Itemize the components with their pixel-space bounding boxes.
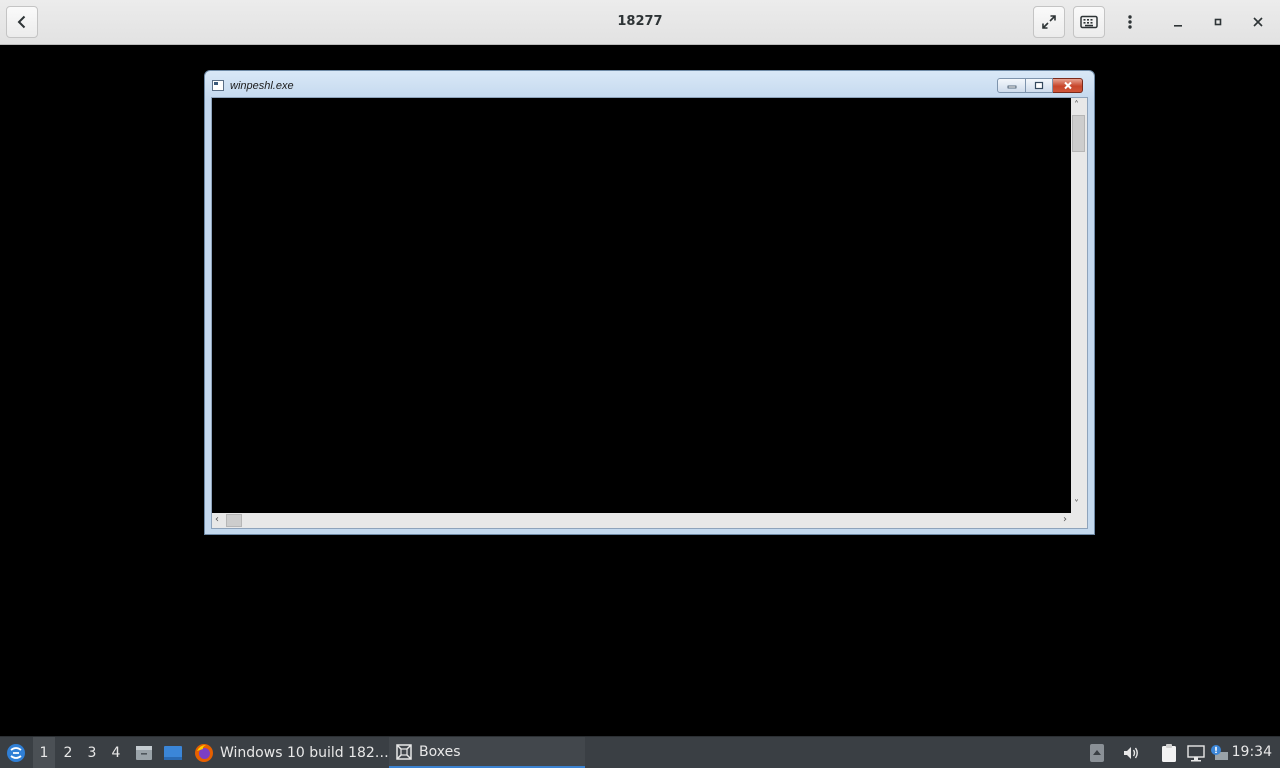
vertical-dots-icon bbox=[1128, 15, 1132, 29]
guest-minimize-button[interactable] bbox=[997, 78, 1026, 93]
workspace-2[interactable]: 2 bbox=[57, 737, 79, 768]
expand-icon bbox=[1042, 15, 1056, 29]
taskbar: 1 2 3 4 Windows 10 build 182… Boxes 19:3… bbox=[0, 736, 1280, 768]
keyboard-button[interactable] bbox=[1073, 6, 1105, 38]
distro-logo-icon bbox=[7, 743, 25, 762]
maximize-button[interactable] bbox=[1202, 6, 1234, 38]
guest-window-title: winpeshl.exe bbox=[230, 80, 294, 92]
notification-icon[interactable] bbox=[1210, 744, 1230, 762]
start-menu-button[interactable] bbox=[4, 737, 28, 768]
task-label: Windows 10 build 182… bbox=[220, 744, 389, 761]
keyboard-icon bbox=[1080, 15, 1098, 29]
clipboard-icon[interactable] bbox=[1160, 743, 1178, 763]
restore-icon bbox=[1034, 81, 1044, 90]
minimize-icon bbox=[1007, 85, 1016, 88]
task-boxes[interactable]: Boxes bbox=[389, 737, 585, 768]
close-button[interactable] bbox=[1242, 6, 1274, 38]
console-area[interactable]: ˄ ˅ ‹ › bbox=[211, 97, 1088, 529]
horizontal-scrollbar[interactable]: ‹ › bbox=[212, 513, 1087, 528]
vertical-scroll-thumb[interactable] bbox=[1072, 115, 1085, 152]
console-app-icon bbox=[212, 80, 224, 91]
task-label: Boxes bbox=[419, 743, 461, 760]
chevron-left-icon bbox=[17, 15, 26, 29]
minimize-button[interactable] bbox=[1162, 6, 1194, 38]
boxes-icon bbox=[396, 743, 412, 760]
scroll-up-icon[interactable]: ˄ bbox=[1074, 101, 1079, 111]
close-icon bbox=[1063, 81, 1072, 90]
task-firefox[interactable]: Windows 10 build 182… bbox=[188, 737, 395, 768]
workspace-1[interactable]: 1 bbox=[33, 737, 55, 768]
network-icon[interactable] bbox=[1186, 744, 1206, 762]
fullscreen-button[interactable] bbox=[1033, 6, 1065, 38]
horizontal-scroll-thumb[interactable] bbox=[226, 514, 242, 527]
maximize-icon bbox=[1214, 18, 1222, 26]
volume-icon[interactable] bbox=[1122, 745, 1140, 761]
close-icon bbox=[1253, 17, 1263, 27]
file-manager-icon bbox=[136, 745, 152, 760]
file-manager-launcher[interactable] bbox=[133, 737, 155, 768]
back-button[interactable] bbox=[6, 6, 38, 38]
menu-button[interactable] bbox=[1114, 6, 1146, 38]
tray-expand-icon[interactable] bbox=[1090, 743, 1104, 762]
guest-window: winpeshl.exe ˄ ˅ ‹ › bbox=[204, 70, 1095, 535]
guest-maximize-button[interactable] bbox=[1026, 78, 1053, 93]
guest-close-button[interactable] bbox=[1053, 78, 1083, 93]
caption-buttons bbox=[997, 78, 1083, 95]
scroll-left-icon[interactable]: ‹ bbox=[215, 515, 219, 525]
desktop-icon bbox=[164, 745, 182, 760]
scroll-right-icon[interactable]: › bbox=[1063, 515, 1067, 525]
clock[interactable]: 19:34 bbox=[1232, 737, 1272, 768]
minimize-icon bbox=[1174, 25, 1182, 27]
system-tray bbox=[1090, 737, 1230, 768]
header-bar: 18277 bbox=[0, 0, 1280, 45]
workspace-3[interactable]: 3 bbox=[81, 737, 103, 768]
firefox-icon bbox=[195, 743, 213, 762]
workspace-4[interactable]: 4 bbox=[105, 737, 127, 768]
desktop-launcher[interactable] bbox=[162, 737, 184, 768]
scroll-down-icon[interactable]: ˅ bbox=[1074, 500, 1079, 510]
vertical-scrollbar[interactable]: ˄ ˅ bbox=[1071, 98, 1087, 513]
